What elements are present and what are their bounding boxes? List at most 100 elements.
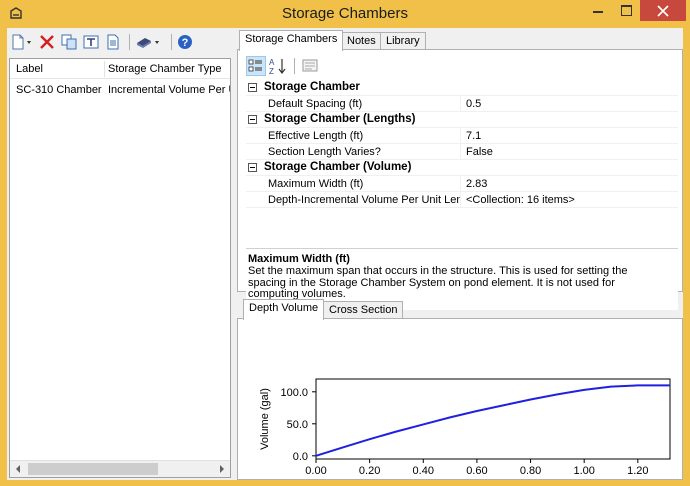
toolbar-separator: [171, 34, 172, 50]
toolbar-separator: [294, 58, 295, 74]
tab-notes[interactable]: Notes: [341, 32, 382, 50]
y-tick-label: 100.0: [280, 387, 308, 399]
column-divider: [460, 96, 461, 112]
new-document-icon: [12, 34, 31, 50]
minimize-button[interactable]: [584, 0, 612, 21]
depth-volume-chart: 0.00 0.20 0.40 0.60 0.80 1.00 1.20 0.0 50.0 100.0…: [259, 378, 671, 477]
property-grid[interactable]: Storage Chamber Default Spacing (ft) 0.5…: [246, 80, 678, 232]
list-item[interactable]: SC-310 Chamber Incremental Volume Per Un…: [10, 81, 230, 99]
close-button[interactable]: [640, 0, 686, 21]
column-header-label[interactable]: Label: [16, 63, 96, 75]
storage-chambers-panel: A Z Storage Chamber Default Spacing (ft)…: [237, 49, 683, 310]
help-title: Maximum Width (ft): [248, 253, 350, 265]
rename-icon: [83, 35, 99, 49]
chevron-right-icon: [220, 465, 224, 473]
x-tick-label: 0.40: [413, 465, 434, 477]
horizontal-scrollbar[interactable]: [10, 460, 230, 477]
column-divider[interactable]: [104, 61, 105, 77]
collapse-icon[interactable]: [248, 163, 257, 172]
client-area: ? Label Storage Chamber Type SC-310 Cham…: [7, 28, 683, 480]
svg-text:?: ?: [182, 37, 189, 49]
property-value[interactable]: 2.83: [466, 178, 487, 190]
property-value[interactable]: 7.1: [466, 130, 481, 142]
y-axis-label: Volume (gal): [259, 388, 271, 450]
category-label: Storage Chamber (Volume): [264, 161, 412, 173]
list-item-type: Incremental Volume Per Unit Length: [108, 84, 230, 96]
property-pages-button[interactable]: [300, 56, 320, 76]
category-label: Storage Chamber (Lengths): [264, 113, 416, 125]
library-book-icon: [137, 38, 159, 48]
property-grid-toolbar: A Z: [246, 56, 678, 78]
property-name: Section Length Varies?: [268, 146, 381, 158]
delete-button[interactable]: [39, 34, 55, 50]
tab-library[interactable]: Library: [380, 32, 426, 50]
property-name: Depth-Incremental Volume Per Unit Length: [268, 194, 460, 206]
rename-button[interactable]: [83, 34, 99, 50]
property-value[interactable]: False: [466, 146, 493, 158]
svg-text:A: A: [269, 58, 275, 67]
scroll-left-button[interactable]: [10, 461, 27, 477]
list-item-label: SC-310 Chamber: [16, 84, 102, 96]
report-button[interactable]: [105, 34, 121, 50]
tab-storage-chambers[interactable]: Storage Chambers: [239, 30, 344, 51]
tab-cross-section[interactable]: Cross Section: [323, 301, 404, 319]
plot-area: [315, 378, 671, 460]
property-pages-icon: [302, 59, 318, 72]
x-tick-label: 0.20: [359, 465, 380, 477]
duplicate-button[interactable]: [61, 34, 77, 50]
property-row[interactable]: Section Length Varies? False: [246, 144, 678, 160]
category-storage-chamber-volume[interactable]: Storage Chamber (Volume): [246, 160, 678, 176]
categorized-button[interactable]: [246, 56, 266, 76]
column-divider: [460, 192, 461, 208]
help-icon: ?: [178, 35, 192, 49]
depth-volume-panel: 0.00 0.20 0.40 0.60 0.80 1.00 1.20 0.0 50.0 100.0…: [237, 318, 683, 480]
library-dropdown-button[interactable]: [135, 34, 163, 50]
help-button[interactable]: ?: [177, 34, 193, 50]
close-icon: [657, 5, 669, 17]
new-dropdown-button[interactable]: [11, 34, 35, 50]
toolbar: ?: [7, 28, 233, 56]
title-bar[interactable]: Storage Chambers: [0, 0, 690, 28]
y-tick-label: 0.0: [293, 451, 308, 463]
x-tick-label: 0.00: [305, 465, 326, 477]
property-name: Effective Length (ft): [268, 130, 364, 142]
category-storage-chamber-lengths[interactable]: Storage Chamber (Lengths): [246, 112, 678, 128]
toolbar-separator: [129, 34, 130, 50]
right-pane: Storage Chambers Notes Library A Z Stora…: [237, 28, 683, 480]
category-storage-chamber[interactable]: Storage Chamber: [246, 80, 678, 96]
alphabetical-button[interactable]: A Z: [268, 56, 288, 76]
scroll-right-button[interactable]: [213, 461, 230, 477]
property-value[interactable]: 0.5: [466, 98, 481, 110]
maximize-button[interactable]: [612, 0, 640, 21]
x-tick-label: 1.20: [627, 465, 648, 477]
scrollbar-thumb[interactable]: [28, 463, 158, 475]
collapse-icon[interactable]: [248, 83, 257, 92]
categorized-icon: [248, 59, 262, 72]
property-row[interactable]: Default Spacing (ft) 0.5: [246, 96, 678, 112]
category-label: Storage Chamber: [264, 81, 360, 93]
x-tick-label: 1.00: [573, 465, 594, 477]
x-tick-label: 0.80: [520, 465, 541, 477]
property-row[interactable]: Depth-Incremental Volume Per Unit Length…: [246, 192, 678, 208]
top-tabs: Storage Chambers Notes Library: [237, 30, 683, 51]
report-icon: [107, 34, 119, 50]
list-header: Label Storage Chamber Type: [10, 59, 230, 79]
tab-depth-volume[interactable]: Depth Volume: [243, 299, 325, 320]
x-tick-label: 0.60: [466, 465, 487, 477]
y-tick-label: 50.0: [287, 419, 308, 431]
left-pane: ? Label Storage Chamber Type SC-310 Cham…: [7, 28, 233, 480]
collapse-icon[interactable]: [248, 115, 257, 124]
horizontal-splitter[interactable]: [237, 293, 683, 297]
column-divider: [460, 176, 461, 192]
svg-text:Z: Z: [269, 67, 274, 76]
property-value[interactable]: <Collection: 16 items>: [466, 194, 575, 206]
duplicate-icon: [61, 34, 77, 50]
property-row[interactable]: Maximum Width (ft) 2.83: [246, 176, 678, 192]
window: Storage Chambers ? Label Storage Chamber…: [0, 0, 690, 486]
chamber-list[interactable]: Label Storage Chamber Type SC-310 Chambe…: [9, 58, 231, 478]
property-row[interactable]: Effective Length (ft) 7.1: [246, 128, 678, 144]
property-name: Default Spacing (ft): [268, 98, 363, 110]
column-header-type[interactable]: Storage Chamber Type: [108, 63, 230, 75]
chevron-left-icon: [16, 465, 20, 473]
bottom-tabs: Depth Volume Cross Section: [237, 299, 683, 320]
